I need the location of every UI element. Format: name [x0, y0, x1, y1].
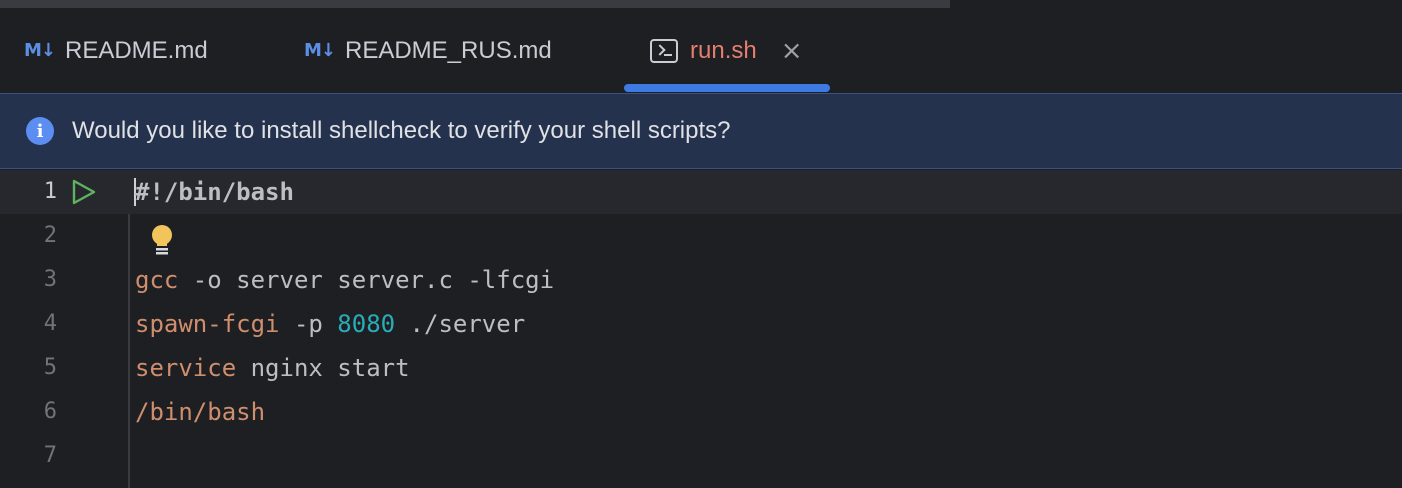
code-token-kw: gcc: [135, 266, 179, 294]
code-text: spawn-fcgi -p 8080 ./server: [135, 302, 525, 346]
markdown-icon: M↓: [304, 40, 336, 61]
line-number[interactable]: 5: [0, 346, 57, 390]
code-line[interactable]: 1 #!/bin/bash: [0, 170, 1402, 214]
code-text: service nginx start: [135, 346, 410, 390]
code-line[interactable]: 2: [0, 214, 1402, 258]
shellcheck-notification-banner: i Would you like to install shellcheck t…: [0, 93, 1402, 169]
code-line[interactable]: 5 service nginx start: [0, 346, 1402, 390]
code-line[interactable]: 3 gcc -o server server.c -lfcgi: [0, 258, 1402, 302]
code-token-shebang: #!/bin/bash: [135, 178, 294, 206]
active-tab-indicator: [624, 84, 830, 92]
code-text: gcc -o server server.c -lfcgi: [135, 258, 554, 302]
code-line[interactable]: 6/bin/bash: [0, 390, 1402, 434]
line-number[interactable]: 3: [0, 258, 57, 302]
info-icon: i: [26, 117, 54, 145]
tab-label: README_RUS.md: [345, 36, 552, 64]
tab-label: README.md: [65, 36, 208, 64]
close-tab-icon[interactable]: ×: [781, 38, 803, 64]
editor-top-scrollbar[interactable]: [0, 0, 1402, 8]
code-text: #!/bin/bash: [135, 170, 294, 214]
line-number[interactable]: 1: [0, 170, 57, 214]
tab-label: run.sh: [690, 36, 757, 64]
code-token-kw: service: [135, 354, 237, 382]
code-token-kw: spawn-fcgi: [135, 310, 280, 338]
line-number[interactable]: 6: [0, 390, 57, 434]
code-editor[interactable]: 1 #!/bin/bash 2 3 gcc -o server server.c -lf…: [0, 170, 1402, 488]
line-number[interactable]: 4: [0, 302, 57, 346]
tab-readme-rus-md[interactable]: M↓ README_RUS.md: [304, 8, 552, 93]
editor-tab-bar: M↓ README.md M↓ README_RUS.md run.sh ×: [0, 8, 1402, 93]
banner-message: Would you like to install shellcheck to …: [72, 117, 731, 144]
code-line[interactable]: 4 spawn-fcgi -p 8080 ./server: [0, 302, 1402, 346]
code-token-plain: -p: [279, 310, 338, 338]
code-token-plain: ./server: [395, 310, 526, 338]
line-number[interactable]: 7: [0, 434, 57, 478]
line-number[interactable]: 2: [0, 214, 57, 258]
code-line[interactable]: 7: [0, 434, 1402, 478]
code-token-num: 8080: [337, 310, 396, 338]
code-text: /bin/bash: [135, 390, 265, 434]
code-token-plain: nginx start: [236, 354, 410, 382]
code-token-plain: -o server server.c -lfcgi: [178, 266, 555, 294]
horizontal-scroll-thumb[interactable]: [0, 0, 950, 8]
tab-run-sh[interactable]: run.sh ×: [650, 8, 803, 93]
tab-readme-md[interactable]: M↓ README.md: [24, 8, 208, 93]
markdown-icon: M↓: [24, 40, 56, 61]
terminal-icon: [650, 38, 678, 63]
code-token-kw: /bin/bash: [135, 398, 266, 426]
